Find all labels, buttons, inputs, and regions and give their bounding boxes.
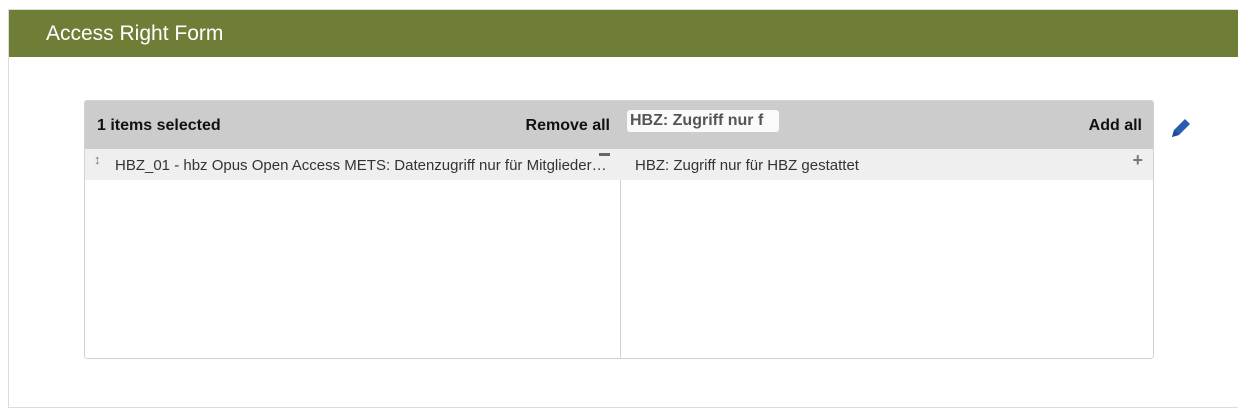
drag-handle-icon[interactable]: ↕ [94,153,101,167]
pencil-icon[interactable] [1168,115,1194,141]
selected-column-header: 1 items selected Remove all [85,101,620,149]
search-input[interactable] [627,110,779,132]
panel-title: Access Right Form [46,22,224,45]
selected-list-item[interactable]: ↕ HBZ_01 - hbz Opus Open Access METS: Da… [85,149,620,180]
selected-count: 1 items selected [97,117,221,134]
available-column: Add all HBZ: Zugriff nur für HBZ gestatt… [620,101,1153,358]
selected-column: 1 items selected Remove all ↕ HBZ_01 - h… [85,101,621,358]
panel-header: Access Right Form [9,10,1238,57]
plus-icon[interactable]: + [1132,151,1143,169]
add-all-button[interactable]: Add all [1089,117,1142,135]
access-right-multiselect: 1 items selected Remove all ↕ HBZ_01 - h… [84,100,1154,359]
available-column-header: Add all [620,101,1153,149]
minus-icon[interactable] [599,153,610,156]
available-list-item[interactable]: HBZ: Zugriff nur für HBZ gestattet + [620,149,1153,180]
available-item-label: HBZ: Zugriff nur für HBZ gestattet [635,157,859,174]
remove-all-button[interactable]: Remove all [526,117,610,135]
selected-item-label: HBZ_01 - hbz Opus Open Access METS: Date… [115,157,607,174]
